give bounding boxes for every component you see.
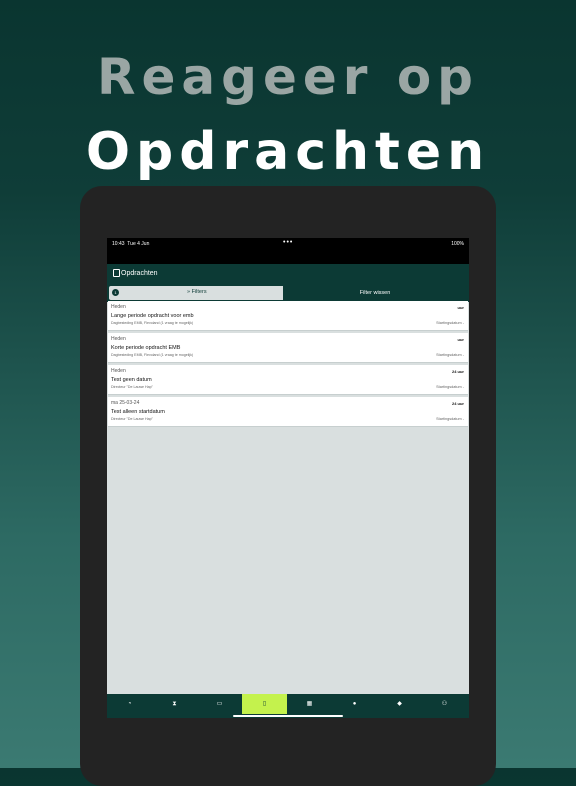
headline-line-2: Opdrachten xyxy=(85,122,491,182)
app-screen: 10:43 Tue 4 Jun ••• 100% Opdrachten 1 » … xyxy=(107,238,469,718)
battery-status: 100% xyxy=(451,241,464,247)
tab-bar: ◔ ⧗ ▭ ▯ ▦ ● ◆ ⚇ xyxy=(107,694,469,718)
assignment-subtitle: Directeur "De Lauwe Hap" xyxy=(111,385,153,389)
assignment-hours: 24 uur xyxy=(451,401,464,406)
assignment-start-date: Startingsdatum - xyxy=(436,385,464,389)
assignment-list: Heden Lange periode opdracht voor emb Da… xyxy=(108,301,468,429)
filters-button[interactable]: 1 » Filters xyxy=(109,286,283,300)
clear-filter-button[interactable]: Filter wissen xyxy=(283,286,467,300)
assignment-title: Korte periode opdracht EMB xyxy=(111,345,181,351)
assignment-card[interactable]: ma 25-03-24 Test alleen startdatum Direc… xyxy=(108,397,468,427)
hourglass-icon[interactable]: ⧗ xyxy=(152,694,197,714)
filter-bar: 1 » Filters Filter wissen xyxy=(108,285,468,301)
assignment-subtitle: Dagbesteding EMB, Flevoland (1 vraag te … xyxy=(111,321,194,325)
assignment-start-date: Startingsdatum - xyxy=(436,321,464,325)
assignment-hours: 24 uur xyxy=(451,369,464,374)
page-title: Opdrachten xyxy=(121,270,158,277)
assignment-start-date: Startingsdatum - xyxy=(436,353,464,357)
home-indicator[interactable] xyxy=(233,715,343,717)
assignment-date: Heden xyxy=(111,368,126,374)
assignment-icon[interactable]: ▯ xyxy=(242,694,287,714)
assignment-title: Lange periode opdracht voor emb xyxy=(111,313,194,319)
assignment-subtitle: Dagbesteding EMB, Flevoland (1 vraag te … xyxy=(111,353,194,357)
calendar-icon[interactable]: ▦ xyxy=(287,694,332,714)
assignment-subtitle: Directeur "De Lauwe Hap" xyxy=(111,417,153,421)
document-icon xyxy=(113,269,120,277)
assignment-hours: uur xyxy=(457,337,464,342)
assignment-start-date: Startingsdatum - xyxy=(436,417,464,421)
status-time: 10:43 Tue 4 Jun xyxy=(112,241,150,247)
chat-icon[interactable]: ◆ xyxy=(377,694,422,714)
multitask-dots-icon[interactable]: ••• xyxy=(283,239,293,246)
assignment-date: ma 25-03-24 xyxy=(111,400,140,406)
chevron-double-down-icon: » xyxy=(187,289,191,295)
users-icon[interactable]: ● xyxy=(332,694,377,714)
filter-count-badge: 1 xyxy=(112,289,119,296)
assignment-title: Test alleen startdatum xyxy=(111,409,165,415)
assignment-title: Test geen datum xyxy=(111,377,152,383)
headline-line-1: Reageer op xyxy=(97,48,479,106)
filters-label: » Filters xyxy=(187,289,207,295)
status-bar: 10:43 Tue 4 Jun ••• 100% xyxy=(107,238,469,264)
dashboard-icon[interactable]: ◔ xyxy=(107,694,152,714)
assignment-date: Heden xyxy=(111,336,126,342)
assignment-hours: uur xyxy=(457,305,464,310)
id-card-icon[interactable]: ▭ xyxy=(197,694,242,714)
profile-icon[interactable]: ⚇ xyxy=(422,694,467,714)
assignment-card[interactable]: Heden Lange periode opdracht voor emb Da… xyxy=(108,301,468,331)
assignment-card[interactable]: Heden Korte periode opdracht EMB Dagbest… xyxy=(108,333,468,363)
assignment-date: Heden xyxy=(111,304,126,310)
assignment-card[interactable]: Heden Test geen datum Directeur "De Lauw… xyxy=(108,365,468,395)
